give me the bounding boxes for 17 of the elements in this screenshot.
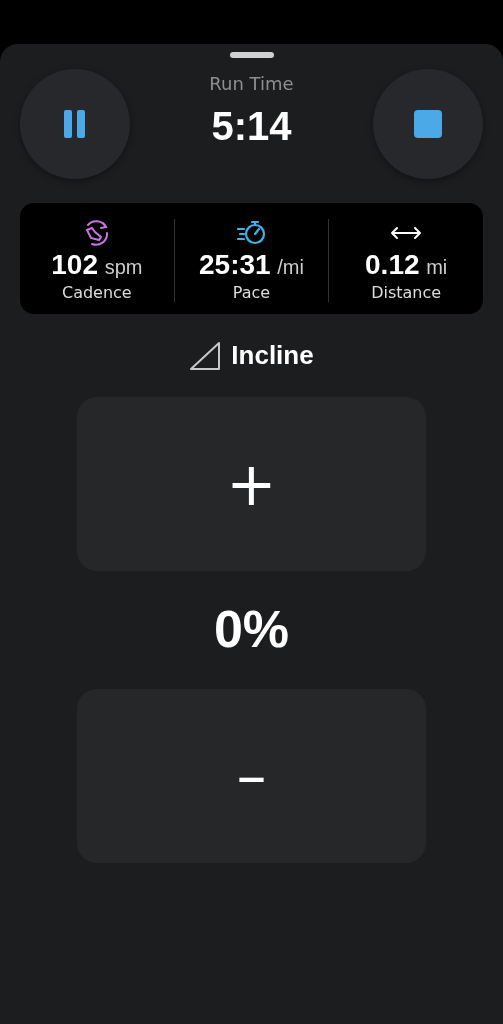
run-time-value: 5:14 bbox=[211, 104, 292, 149]
run-time-label: Run Time bbox=[209, 73, 294, 94]
triangle-icon bbox=[189, 340, 222, 371]
stat-label: Pace bbox=[232, 283, 271, 302]
incline-label: Incline bbox=[231, 340, 314, 371]
drag-handle[interactable] bbox=[229, 52, 274, 58]
increase-button[interactable]: + bbox=[77, 397, 426, 571]
stop-icon bbox=[414, 110, 442, 138]
stat-label: Distance bbox=[371, 283, 442, 302]
stopwatch-icon bbox=[235, 219, 268, 247]
incline-value: 0% bbox=[213, 599, 290, 659]
stat-value: 102 spm bbox=[51, 249, 143, 281]
decrease-button[interactable]: – bbox=[77, 689, 426, 863]
stat-value: 0.12 mi bbox=[365, 249, 448, 281]
pause-icon bbox=[64, 110, 86, 138]
stat-value: 25:31 /mi bbox=[199, 249, 304, 281]
stat-label: Cadence bbox=[61, 283, 132, 302]
